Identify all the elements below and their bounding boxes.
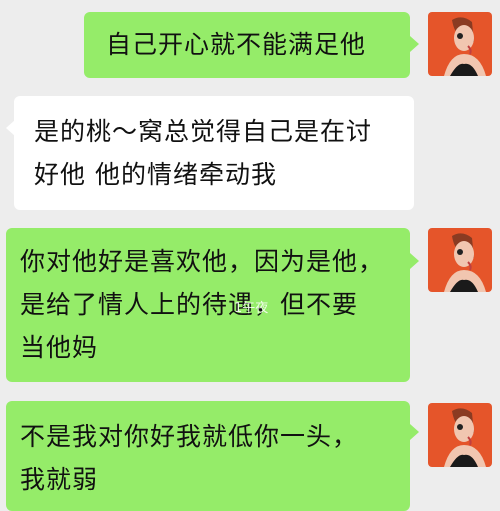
message-bubble-sent[interactable]: 自己开心就不能满足他 (84, 12, 410, 78)
message-bubble-sent[interactable]: 不是我对你好我就低你一头， 我就弱 (6, 401, 410, 511)
bubble-tail (410, 424, 419, 440)
avatar[interactable] (428, 403, 492, 467)
watermark: 1午夜 (234, 301, 269, 316)
message-text: 你对他好是喜欢他，因为是他， (20, 247, 385, 276)
message-text: 不是我对你好我就低你一头， (20, 422, 359, 451)
message-text: 我就弱 (20, 465, 99, 494)
message-text: 当他妈 (20, 333, 99, 362)
bubble-tail (410, 253, 419, 269)
avatar-portrait-icon (428, 228, 492, 292)
message-bubble-received[interactable]: 是的桃～窝总觉得自己是在讨 好他 他的情绪牵动我 (14, 96, 414, 210)
avatar[interactable] (428, 12, 492, 76)
message-text: 好他 他的情绪牵动我 (34, 160, 277, 189)
message-text: 是的桃～窝总觉得自己是在讨 (34, 117, 373, 146)
message-text: 自己开心就不能满足他 (106, 30, 367, 59)
bubble-tail (410, 36, 419, 52)
avatar-portrait-icon (428, 12, 492, 76)
avatar-portrait-icon (428, 403, 492, 467)
message-text: 是给了情人上的待遇，但不要 (20, 290, 359, 319)
avatar[interactable] (428, 228, 492, 292)
message-bubble-sent[interactable]: 你对他好是喜欢他，因为是他， 是给了情人上的待遇，但不要 当他妈 1午夜 (6, 228, 410, 382)
